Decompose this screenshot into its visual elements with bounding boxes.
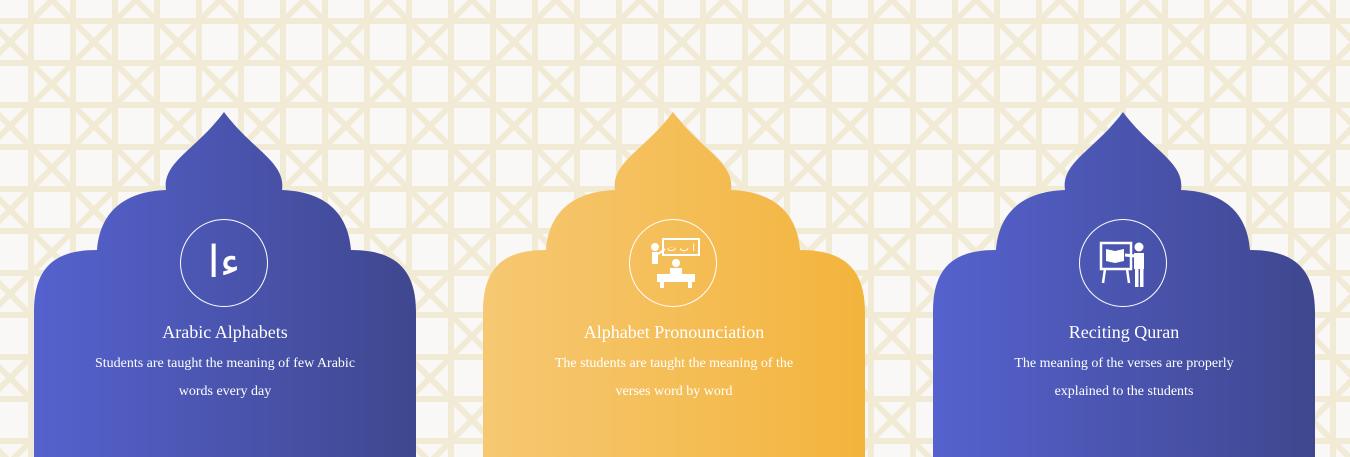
card-description: Students are taught the meaning of few A… — [94, 356, 356, 399]
card-description: The meaning of the verses are properly e… — [1014, 356, 1234, 399]
card-title: Alphabet Pronounciation — [583, 322, 765, 342]
presenter-book-icon — [1099, 241, 1144, 287]
icon-circle — [1079, 219, 1167, 307]
icon-circle: ءا — [180, 219, 268, 307]
card-title: Reciting Quran — [1068, 322, 1180, 342]
card-description: The students are taught the meaning of t… — [554, 356, 794, 399]
arabic-letters-icon: ءا — [207, 237, 241, 288]
icon-circle: ا ب ت — [629, 219, 717, 307]
feature-card-arabic-alphabets: ءا Arabic Alphabets Students are taught … — [34, 110, 416, 457]
feature-card-alphabet-pronounciation: ا ب ت Alphabet Pronounciation The studen… — [483, 110, 865, 457]
card-title: Arabic Alphabets — [162, 322, 288, 342]
feature-card-reciting-quran: Reciting Quran The meaning of the verses… — [933, 110, 1315, 457]
board-letters: ا ب ت — [667, 243, 695, 254]
teacher-board-icon: ا ب ت — [651, 238, 700, 288]
